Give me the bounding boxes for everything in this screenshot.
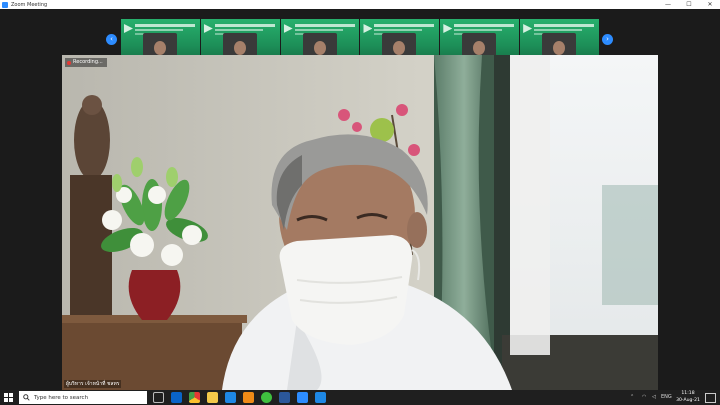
language-indicator[interactable]: ENG (661, 394, 672, 400)
zoom-meeting-taskbar-icon[interactable] (315, 392, 326, 403)
app-icon[interactable] (243, 392, 254, 403)
edge-icon[interactable] (171, 392, 182, 403)
participant-face (154, 41, 166, 55)
participant-face (313, 41, 326, 55)
search-icon (23, 394, 30, 401)
zoom-taskbar-icon[interactable] (297, 392, 308, 403)
gallery-next-button[interactable]: › (602, 34, 613, 45)
gallery-prev-button[interactable]: ‹ (106, 34, 117, 45)
participant-face (233, 41, 246, 55)
windows-taskbar: Type here to search ⌃ ◠ ◁ ENG 11:18 30-A… (0, 390, 720, 405)
clock-date: 30-Aug-21 (676, 397, 700, 403)
recording-dot-icon (67, 60, 71, 65)
recording-indicator[interactable]: Recording... (65, 58, 107, 67)
chrome-icon[interactable] (189, 392, 200, 403)
minimize-button[interactable]: — (661, 0, 675, 9)
speaker-video-frame (62, 55, 658, 390)
word-icon[interactable] (279, 392, 290, 403)
maximize-button[interactable]: ☐ (682, 0, 696, 9)
windows-start-button[interactable] (4, 393, 13, 402)
zoom-app-icon (2, 1, 8, 8)
window-title: Zoom Meeting (11, 1, 48, 8)
volume-icon[interactable]: ◁ (652, 394, 656, 400)
notification-icon[interactable] (705, 393, 716, 403)
meeting-stage: ‹ T03 Phattawat Mongkol D01 Nanthaporn P… (0, 9, 720, 390)
wifi-icon[interactable]: ◠ (642, 394, 646, 400)
tray-chevron-icon[interactable]: ⌃ (630, 394, 634, 400)
title-bar: Zoom Meeting — ☐ ✕ (0, 0, 720, 9)
task-view-icon[interactable] (153, 392, 164, 403)
search-placeholder: Type here to search (34, 394, 89, 401)
taskbar-search-box[interactable]: Type here to search (19, 391, 147, 404)
line-icon[interactable] (261, 392, 272, 403)
speaker-name-label: ผู้บริหาร เจ้าหน้าที่ ชลทร (64, 380, 122, 388)
active-speaker-video[interactable]: Recording... ผู้บริหาร เจ้าหน้าที่ ชลทร (62, 55, 658, 390)
file-explorer-icon[interactable] (207, 392, 218, 403)
store-icon[interactable] (225, 392, 236, 403)
recording-label: Recording... (73, 59, 103, 65)
close-button[interactable]: ✕ (703, 0, 717, 9)
taskbar-clock[interactable]: 11:18 30-Aug-21 (676, 391, 700, 404)
